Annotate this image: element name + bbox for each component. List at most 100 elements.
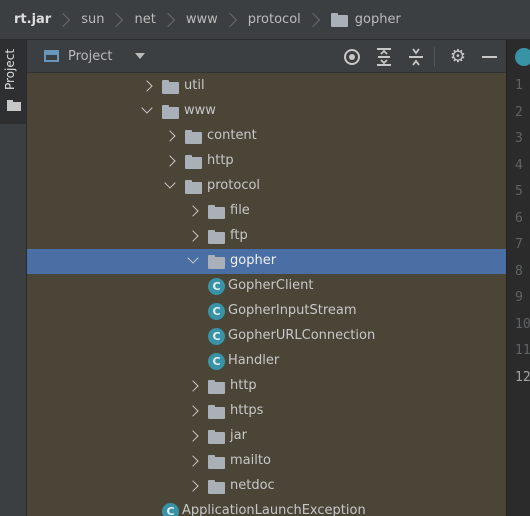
chevron-right-icon[interactable] <box>187 405 199 417</box>
tree-folder-item[interactable]: https <box>27 399 506 424</box>
chevron-down-icon[interactable] <box>135 53 146 59</box>
project-tab-label: Project <box>3 48 17 90</box>
chevron-right-icon[interactable] <box>187 455 199 467</box>
chevron-right-icon <box>165 9 172 31</box>
tree-folder-item[interactable]: www <box>27 99 506 124</box>
tree-folder-item[interactable]: protocol <box>27 174 506 199</box>
view-selector-label: Project <box>68 48 113 64</box>
tree-class-item[interactable]: C Handler <box>27 349 506 374</box>
breadcrumb-item[interactable]: net <box>120 9 171 31</box>
tree-item-label: ftp <box>230 228 248 243</box>
chevron-right-icon[interactable] <box>187 480 199 492</box>
tree-item-label: GopherInputStream <box>228 303 357 318</box>
chevron-right-icon[interactable] <box>187 205 199 217</box>
line-number: 2 <box>515 104 523 120</box>
breadcrumb-label: www <box>185 12 218 27</box>
folder-icon <box>7 100 21 111</box>
gear-icon[interactable]: ⚙ <box>448 47 468 67</box>
tree-item-label: jar <box>230 428 247 443</box>
tree-item-label: ApplicationLaunchException <box>182 503 366 516</box>
project-window-icon <box>44 50 59 62</box>
breadcrumb-item[interactable]: gopher <box>317 12 401 27</box>
tree-class-item[interactable]: C GopherInputStream <box>27 299 506 324</box>
line-number: 1 <box>515 78 523 93</box>
chevron-down-icon[interactable] <box>141 102 153 114</box>
expand-all-icon[interactable] <box>374 47 394 67</box>
tree-item-label: mailto <box>230 453 271 468</box>
tree-folder-item[interactable]: http <box>27 374 506 399</box>
folder-icon <box>162 105 179 119</box>
chevron-right-icon[interactable] <box>164 155 176 167</box>
project-tool-window-tab[interactable]: Project <box>0 40 26 124</box>
line-number: 10 <box>515 316 530 332</box>
chevron-right-icon[interactable] <box>187 430 199 442</box>
line-number: 3 <box>515 131 523 146</box>
tree-folder-item[interactable]: netdoc <box>27 474 506 499</box>
folder-icon <box>208 480 225 494</box>
line-number: 7 <box>515 237 523 252</box>
line-number: 5 <box>515 184 523 199</box>
locate-icon[interactable] <box>342 47 362 67</box>
chevron-down-icon[interactable] <box>164 177 176 189</box>
chevron-right-icon[interactable] <box>187 230 199 242</box>
tree-folder-item[interactable]: http <box>27 149 506 174</box>
chevron-right-icon <box>310 9 317 31</box>
chevron-right-icon[interactable] <box>164 130 176 142</box>
tree-item-label: GopherURLConnection <box>228 328 376 343</box>
folder-icon <box>208 205 225 219</box>
tree-folder-item[interactable]: mailto <box>27 449 506 474</box>
view-selector[interactable]: Project <box>44 44 146 68</box>
breadcrumb-label: sun <box>81 12 105 27</box>
folder-icon <box>185 155 202 169</box>
tree-item-label: gopher <box>230 253 277 268</box>
breadcrumb-item[interactable]: protocol <box>234 9 317 31</box>
tree-item-label: http <box>230 378 257 393</box>
class-file-tab-icon[interactable] <box>515 48 530 66</box>
tree-folder-item[interactable]: content <box>27 124 506 149</box>
tree-folder-item[interactable]: file <box>27 199 506 224</box>
tree-item-label: file <box>230 203 250 218</box>
folder-icon <box>208 430 225 444</box>
tree-folder-item[interactable]: jar <box>27 424 506 449</box>
folder-icon <box>208 455 225 469</box>
tree-item-label: netdoc <box>230 478 275 493</box>
folder-icon <box>208 405 225 419</box>
breadcrumb-label: protocol <box>247 12 301 27</box>
folder-icon <box>162 80 179 94</box>
tree-item-label: Handler <box>228 353 280 368</box>
tree-item-label: protocol <box>207 178 261 193</box>
class-icon: C <box>162 503 179 516</box>
breadcrumb-label: rt.jar <box>14 12 52 27</box>
tree-class-item[interactable]: C GopherClient <box>27 274 506 299</box>
class-icon: C <box>208 303 225 320</box>
line-number: 8 <box>515 263 523 279</box>
breadcrumb: rt.jar sun net www protocol gopher <box>0 0 530 40</box>
tree-item-label: www <box>184 103 216 118</box>
collapse-all-icon[interactable] <box>406 47 426 67</box>
tree-item-label: https <box>230 403 264 418</box>
chevron-right-icon[interactable] <box>187 380 199 392</box>
project-tree: util www content http protocol file ftp gopher C… <box>27 73 506 516</box>
tree-class-item[interactable]: C ApplicationLaunchException <box>27 499 506 516</box>
folder-icon <box>185 130 202 144</box>
tool-window-stripe: Project <box>0 40 27 516</box>
folder-icon <box>185 180 202 194</box>
class-icon: C <box>208 353 225 370</box>
tree-folder-item[interactable]: gopher <box>27 249 506 274</box>
project-panel-toolbar: Project ⚙ <box>27 40 506 73</box>
tree-item-label: http <box>207 153 234 168</box>
line-number: 9 <box>515 290 523 305</box>
breadcrumb-item[interactable]: sun <box>67 9 120 31</box>
line-number: 6 <box>515 210 523 226</box>
breadcrumb-item[interactable]: www <box>172 9 234 31</box>
breadcrumb-item[interactable]: rt.jar <box>0 9 67 31</box>
tree-class-item[interactable]: C GopherURLConnection <box>27 324 506 349</box>
tree-folder-item[interactable]: ftp <box>27 224 506 249</box>
folder-icon <box>330 12 348 27</box>
chevron-right-icon[interactable] <box>141 80 153 92</box>
chevron-down-icon[interactable] <box>187 252 199 264</box>
line-number: 11 <box>515 343 530 358</box>
tree-folder-item[interactable]: util <box>27 74 506 99</box>
minimize-icon[interactable] <box>480 47 500 67</box>
folder-icon <box>208 380 225 394</box>
